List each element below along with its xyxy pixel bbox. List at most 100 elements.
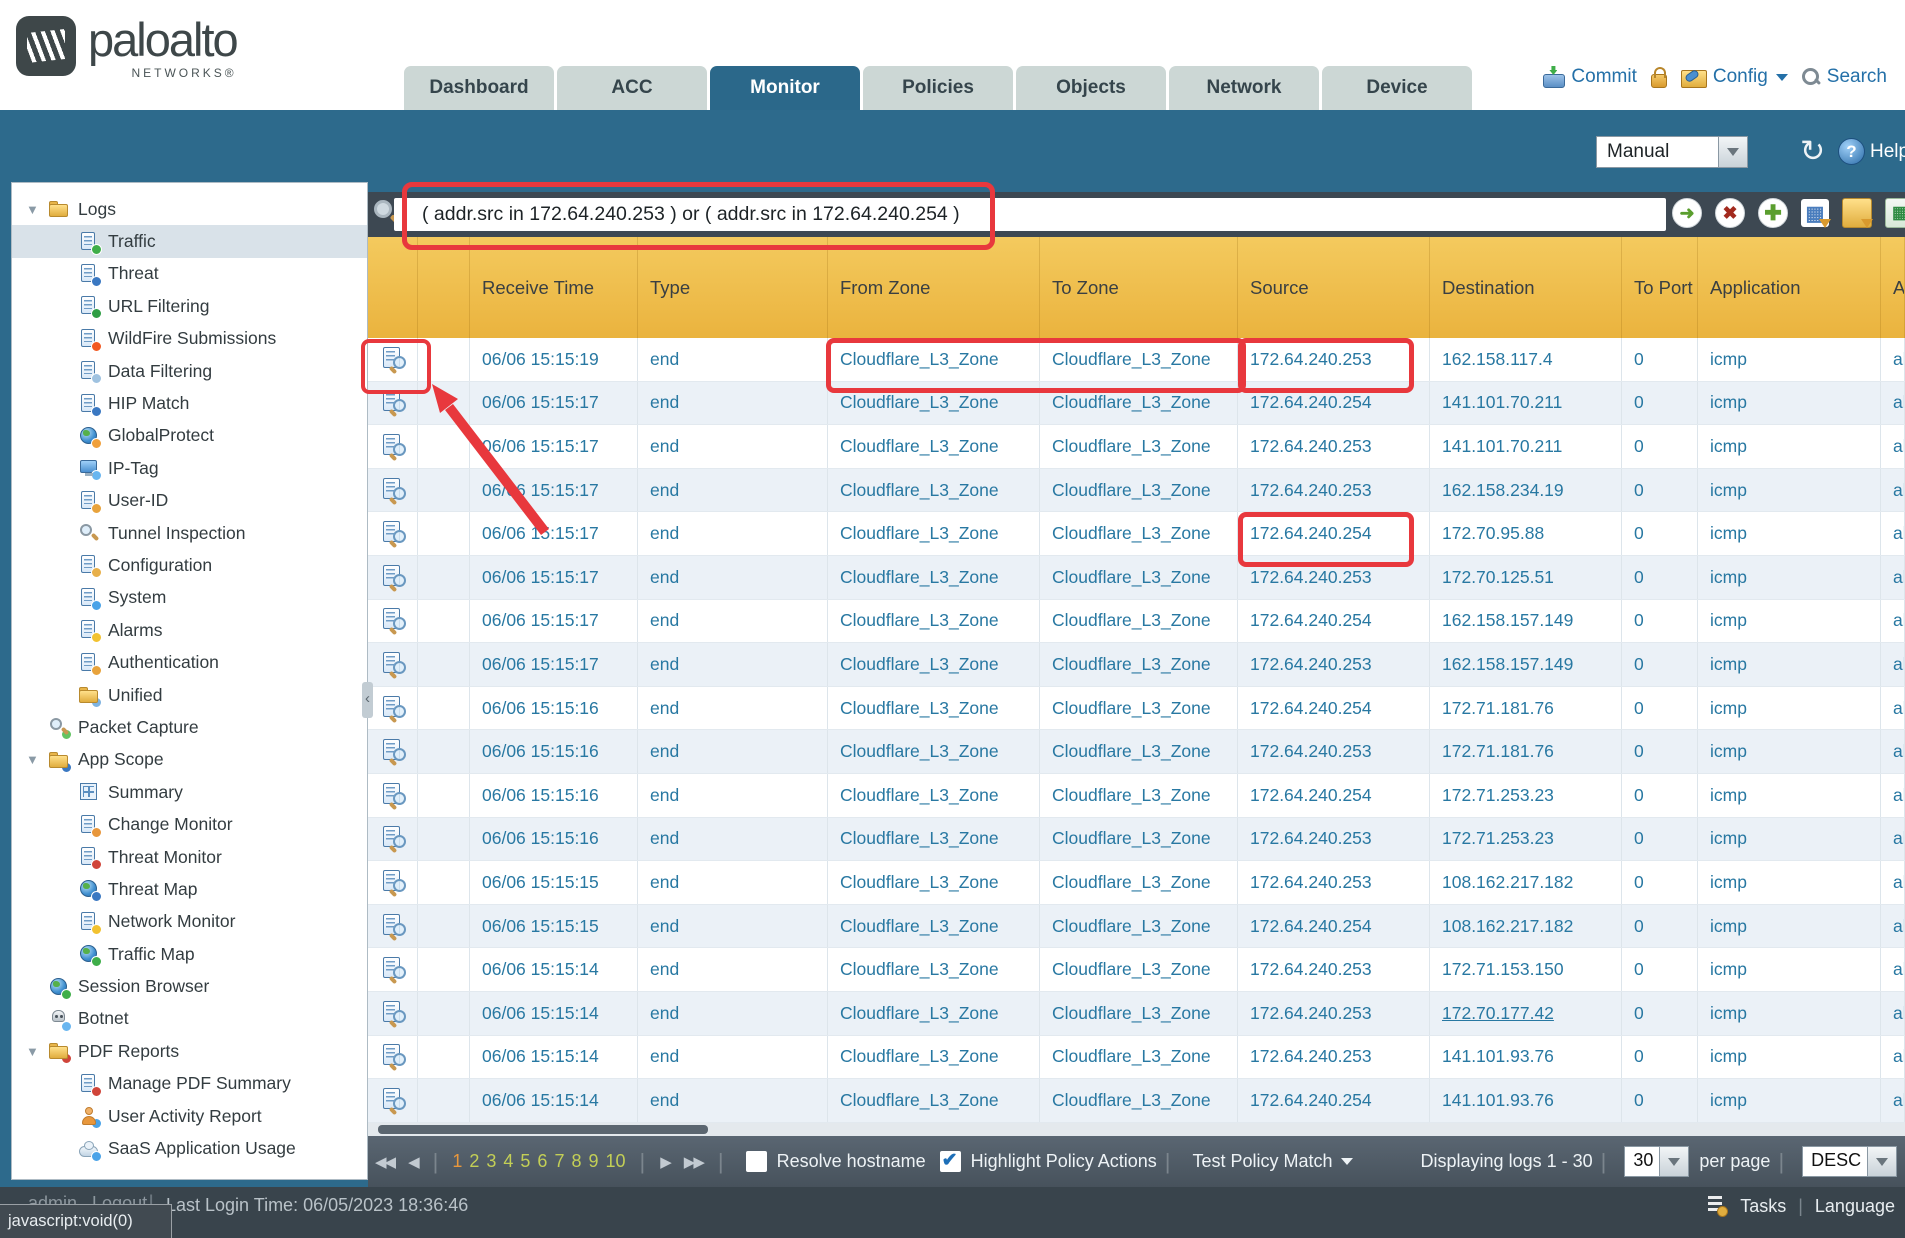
apply-filter-icon[interactable]: ➜: [1672, 198, 1702, 228]
log-detail-icon[interactable]: [382, 652, 409, 677]
sidebar-item-url-filtering[interactable]: URL Filtering: [12, 290, 367, 322]
sidebar-item-tunnel-inspection[interactable]: Tunnel Inspection: [12, 517, 367, 549]
export-icon[interactable]: ▦: [1885, 198, 1905, 228]
sidebar-item-manage-pdf-summary[interactable]: Manage PDF Summary: [12, 1068, 367, 1100]
sidebar-item-globalprotect[interactable]: GlobalProtect: [12, 420, 367, 452]
sidebar-item-pdf-reports[interactable]: ▼PDF Reports: [12, 1035, 367, 1067]
cell-detail[interactable]: [368, 338, 418, 381]
tab-acc[interactable]: ACC: [557, 66, 707, 110]
page-number-10[interactable]: 10: [605, 1151, 625, 1172]
column-header-spacer[interactable]: [418, 237, 470, 338]
table-row[interactable]: 06/06 15:15:17endCloudflare_L3_ZoneCloud…: [368, 643, 1905, 687]
update-mode-select[interactable]: Manual: [1596, 136, 1748, 168]
sort-order-select[interactable]: DESC: [1802, 1146, 1897, 1177]
sidebar-item-hip-match[interactable]: HIP Match: [12, 387, 367, 419]
table-row[interactable]: 06/06 15:15:14endCloudflare_L3_ZoneCloud…: [368, 992, 1905, 1036]
cell-detail[interactable]: [368, 1079, 418, 1122]
cell-detail[interactable]: [368, 774, 418, 817]
sidebar-item-user-activity-report[interactable]: User Activity Report: [12, 1100, 367, 1132]
cell-detail[interactable]: [368, 730, 418, 773]
sidebar-collapse-handle[interactable]: ‹: [362, 682, 373, 718]
page-number-7[interactable]: 7: [554, 1151, 564, 1172]
sidebar-item-system[interactable]: System: [12, 582, 367, 614]
sidebar-item-wildfire-submissions[interactable]: WildFire Submissions: [12, 323, 367, 355]
page-number-1[interactable]: 1: [452, 1151, 462, 1172]
cell-detail[interactable]: [368, 425, 418, 468]
first-page-button[interactable]: ◀◀: [375, 1153, 394, 1171]
table-row[interactable]: 06/06 15:15:17endCloudflare_L3_ZoneCloud…: [368, 600, 1905, 644]
filter-builder-icon[interactable]: ▦: [1801, 199, 1829, 227]
cell-detail[interactable]: [368, 556, 418, 599]
cell-detail[interactable]: [368, 905, 418, 948]
table-row[interactable]: 06/06 15:15:16endCloudflare_L3_ZoneCloud…: [368, 818, 1905, 862]
sidebar-item-botnet[interactable]: Botnet: [12, 1003, 367, 1035]
cell-detail[interactable]: [368, 992, 418, 1035]
cell-detail[interactable]: [368, 600, 418, 643]
horizontal-scrollbar[interactable]: [368, 1123, 1905, 1136]
log-detail-icon[interactable]: [382, 434, 409, 459]
cell-detail[interactable]: [368, 861, 418, 904]
column-header-application[interactable]: Application: [1698, 237, 1881, 338]
log-detail-icon[interactable]: [382, 696, 409, 721]
column-header-type[interactable]: Type: [638, 237, 828, 338]
log-detail-icon[interactable]: [382, 521, 409, 546]
table-row[interactable]: 06/06 15:15:14endCloudflare_L3_ZoneCloud…: [368, 1079, 1905, 1123]
page-number-8[interactable]: 8: [571, 1151, 581, 1172]
sidebar-item-authentication[interactable]: Authentication: [12, 646, 367, 678]
sidebar-item-ip-tag[interactable]: IP-Tag: [12, 452, 367, 484]
lock-icon[interactable]: [1650, 66, 1668, 88]
per-page-select[interactable]: 30: [1624, 1146, 1689, 1177]
table-row[interactable]: 06/06 15:15:16endCloudflare_L3_ZoneCloud…: [368, 687, 1905, 731]
column-header-source[interactable]: Source: [1238, 237, 1430, 338]
sidebar-item-logs[interactable]: ▼Logs: [12, 193, 367, 225]
update-mode-dropdown-button[interactable]: [1718, 137, 1747, 167]
page-number-2[interactable]: 2: [469, 1151, 479, 1172]
table-row[interactable]: 06/06 15:15:17endCloudflare_L3_ZoneCloud…: [368, 382, 1905, 426]
tab-network[interactable]: Network: [1169, 66, 1319, 110]
table-row[interactable]: 06/06 15:15:15endCloudflare_L3_ZoneCloud…: [368, 861, 1905, 905]
resolve-hostname-checkbox[interactable]: [746, 1151, 767, 1172]
sort-order-dropdown-button[interactable]: [1867, 1147, 1896, 1176]
cell-detail[interactable]: [368, 818, 418, 861]
commit-button[interactable]: Commit: [1541, 66, 1636, 88]
log-detail-icon[interactable]: [382, 347, 409, 372]
prev-page-button[interactable]: ◀: [408, 1153, 418, 1171]
scrollbar-thumb[interactable]: [378, 1125, 708, 1134]
column-header-detail[interactable]: [368, 237, 418, 338]
tab-monitor[interactable]: Monitor: [710, 66, 860, 110]
tree-expander-icon[interactable]: ▼: [26, 1044, 48, 1059]
column-header-to_zone[interactable]: To Zone: [1040, 237, 1238, 338]
config-button[interactable]: Config: [1681, 66, 1788, 88]
sidebar-item-session-browser[interactable]: Session Browser: [12, 970, 367, 1002]
sidebar-item-threat-monitor[interactable]: Threat Monitor: [12, 841, 367, 873]
table-row[interactable]: 06/06 15:15:15endCloudflare_L3_ZoneCloud…: [368, 905, 1905, 949]
sidebar-item-app-scope[interactable]: ▼App Scope: [12, 744, 367, 776]
column-header-to_port[interactable]: To Port: [1622, 237, 1698, 338]
table-row[interactable]: 06/06 15:15:17endCloudflare_L3_ZoneCloud…: [368, 512, 1905, 556]
cell-detail[interactable]: [368, 948, 418, 991]
page-number-4[interactable]: 4: [503, 1151, 513, 1172]
cell-detail[interactable]: [368, 382, 418, 425]
tab-device[interactable]: Device: [1322, 66, 1472, 110]
log-detail-icon[interactable]: [382, 739, 409, 764]
log-detail-icon[interactable]: [382, 1001, 409, 1026]
sidebar-item-change-monitor[interactable]: Change Monitor: [12, 808, 367, 840]
table-row[interactable]: 06/06 15:15:17endCloudflare_L3_ZoneCloud…: [368, 425, 1905, 469]
page-number-9[interactable]: 9: [588, 1151, 598, 1172]
sidebar-item-packet-capture[interactable]: Packet Capture: [12, 711, 367, 743]
table-row[interactable]: 06/06 15:15:16endCloudflare_L3_ZoneCloud…: [368, 774, 1905, 818]
sidebar-item-summary[interactable]: Summary: [12, 776, 367, 808]
column-header-receive_time[interactable]: Receive Time: [470, 237, 638, 338]
column-header-from_zone[interactable]: From Zone: [828, 237, 1040, 338]
table-row[interactable]: 06/06 15:15:17endCloudflare_L3_ZoneCloud…: [368, 556, 1905, 600]
test-policy-match-dropdown[interactable]: Test Policy Match: [1192, 1151, 1352, 1172]
language-button[interactable]: Language: [1815, 1196, 1895, 1217]
add-filter-icon[interactable]: ✚: [1758, 198, 1788, 228]
page-number-5[interactable]: 5: [520, 1151, 530, 1172]
cell-detail[interactable]: [368, 1036, 418, 1079]
column-header-destination[interactable]: Destination: [1430, 237, 1622, 338]
per-page-dropdown-button[interactable]: [1659, 1147, 1688, 1176]
table-row[interactable]: 06/06 15:15:19endCloudflare_L3_ZoneCloud…: [368, 338, 1905, 382]
tasks-button[interactable]: Tasks: [1740, 1196, 1786, 1217]
sidebar-item-network-monitor[interactable]: Network Monitor: [12, 906, 367, 938]
